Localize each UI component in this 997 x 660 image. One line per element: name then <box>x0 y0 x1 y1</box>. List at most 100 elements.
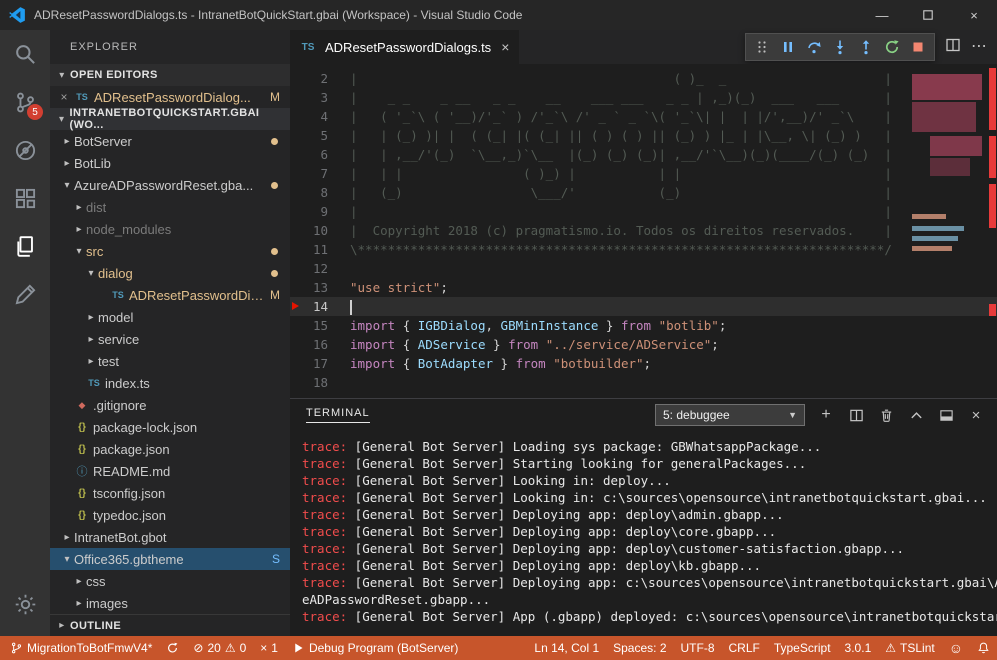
code-text: | | ,__/'(_) `\__,_)`\__ |(_) (_) (_)| ,… <box>350 145 892 164</box>
tab-terminal[interactable]: TERMINAL <box>306 407 370 423</box>
pause-button[interactable] <box>776 35 800 59</box>
new-terminal-icon[interactable]: + <box>817 406 835 424</box>
open-editors-header[interactable]: ▾ OPEN EDITORS <box>50 64 290 86</box>
eol-item[interactable]: CRLF <box>722 636 767 660</box>
terminal-output[interactable]: trace: [General Bot Server] Loading sys … <box>290 431 997 636</box>
source-control-icon[interactable]: 5 <box>0 78 50 126</box>
tree-item-index-ts[interactable]: TSindex.ts <box>50 372 290 394</box>
tree-item-css[interactable]: ▸css <box>50 570 290 592</box>
warning-icon: ⚠ <box>225 641 236 655</box>
line-number: 3 <box>290 88 350 107</box>
terminal-picker[interactable]: 5: debuggee ▼ <box>655 404 805 426</box>
split-editor-icon[interactable] <box>945 37 961 58</box>
code-line-18[interactable]: 18 <box>290 373 997 392</box>
feedback-smiley-item[interactable]: ☺ <box>942 636 970 660</box>
settings-gear-icon[interactable] <box>0 580 50 628</box>
chevron-down-icon: ▾ <box>72 246 86 257</box>
code-line-9[interactable]: 9| | <box>290 202 997 221</box>
tree-item-package-json[interactable]: {}package.json <box>50 438 290 460</box>
close-button[interactable]: × <box>951 0 997 30</box>
code-line-8[interactable]: 8| (_) \___/' (_) | <box>290 183 997 202</box>
explorer-icon[interactable] <box>0 222 50 270</box>
ts-version-item[interactable]: 3.0.1 <box>838 636 879 660</box>
git-branch-item[interactable]: MigrationToBotFmwV4* <box>0 636 159 660</box>
code-line-10[interactable]: 10| Copyright 2018 (c) pragmatismo.io. T… <box>290 221 997 240</box>
tree-item-node-modules[interactable]: ▸node_modules <box>50 218 290 240</box>
code-line-3[interactable]: 3| _ _ _ __ _ _ __ ___ ___ _ _ | ,_)(_) … <box>290 88 997 107</box>
debug-icon[interactable] <box>0 126 50 174</box>
code-line-14[interactable]: 14 <box>290 297 997 316</box>
tree-item-package-lock-json[interactable]: {}package-lock.json <box>50 416 290 438</box>
code-line-7[interactable]: 7| | | ( )_) | | | | <box>290 164 997 183</box>
code-text: | _ _ _ __ _ _ __ ___ ___ _ _ | ,_)(_) _… <box>350 88 892 107</box>
debug-config-item[interactable]: Debug Program (BotServer) <box>285 636 465 660</box>
code-line-11[interactable]: 11\*************************************… <box>290 240 997 259</box>
code-line-15[interactable]: 15import { IGBDialog, GBMinInstance } fr… <box>290 316 997 335</box>
tree-item-images[interactable]: ▸images <box>50 592 290 614</box>
x-count-item[interactable]: × 1 <box>253 636 285 660</box>
code-line-13[interactable]: 13"use strict"; <box>290 278 997 297</box>
tree-item-dialog[interactable]: ▾dialog <box>50 262 290 284</box>
editor-tab-bar: TS ADResetPasswordDialogs.ts × <box>290 30 997 64</box>
code-editor[interactable]: 2| ( )_ _ |3| _ _ _ __ _ _ __ ___ ___ _ … <box>290 64 997 398</box>
tree-item-service[interactable]: ▸service <box>50 328 290 350</box>
tree-item-src[interactable]: ▾src <box>50 240 290 262</box>
tslint-item[interactable]: ⚠ TSLint <box>878 636 941 660</box>
close-icon[interactable]: × <box>56 90 72 104</box>
problems-item[interactable]: ⊘ 20 ⚠ 0 <box>186 636 253 660</box>
code-line-5[interactable]: 5| | (_) )| | ( (_| |( (_| || ( ) ( ) ||… <box>290 126 997 145</box>
stop-button[interactable] <box>906 35 930 59</box>
tree-item-label: model <box>98 310 133 325</box>
tree-item-typedoc-json[interactable]: {}typedoc.json <box>50 504 290 526</box>
tree-item-test[interactable]: ▸test <box>50 350 290 372</box>
minimap-mark <box>912 246 952 251</box>
tree-item-readme-md[interactable]: ⓘREADME.md <box>50 460 290 482</box>
edit-icon[interactable] <box>0 270 50 318</box>
workspace-header[interactable]: ▾ INTRANETBOTQUICKSTART.GBAI (WO... <box>50 108 290 130</box>
outline-header[interactable]: ▸ OUTLINE <box>50 614 290 636</box>
code-line-17[interactable]: 17import { BotAdapter } from "botbuilder… <box>290 354 997 373</box>
tree-item-tsconfig-json[interactable]: {}tsconfig.json <box>50 482 290 504</box>
line-number: 4 <box>290 107 350 126</box>
step-into-button[interactable] <box>828 35 852 59</box>
tree-item-gitignore[interactable]: ◆.gitignore <box>50 394 290 416</box>
more-actions-icon[interactable]: ⋯ <box>971 42 987 52</box>
maximize-button[interactable] <box>905 0 951 30</box>
tree-item-dist[interactable]: ▸dist <box>50 196 290 218</box>
tree-item-azureadpasswordreset-gba[interactable]: ▾AzureADPasswordReset.gba... <box>50 174 290 196</box>
extensions-icon[interactable] <box>0 174 50 222</box>
search-icon[interactable] <box>0 30 50 78</box>
code-line-4[interactable]: 4| ( '_`\ ( '__)/'_` ) /'_`\ /' _ ` _ `\… <box>290 107 997 126</box>
tab-adresetpassworddialogs[interactable]: TS ADResetPasswordDialogs.ts × <box>290 30 520 64</box>
tree-item-botlib[interactable]: ▸BotLib <box>50 152 290 174</box>
code-line-16[interactable]: 16import { ADService } from "../service/… <box>290 335 997 354</box>
kill-terminal-icon[interactable] <box>877 406 895 424</box>
drag-handle-icon[interactable] <box>750 35 774 59</box>
tree-item-adresetpassworddial[interactable]: TSADResetPasswordDial...M <box>50 284 290 306</box>
indentation-item[interactable]: Spaces: 2 <box>606 636 673 660</box>
code-line-12[interactable]: 12 <box>290 259 997 278</box>
toggle-panel-icon[interactable] <box>937 406 955 424</box>
minimize-button[interactable]: — <box>859 0 905 30</box>
encoding-item[interactable]: UTF-8 <box>674 636 722 660</box>
code-line-6[interactable]: 6| | ,__/'(_) `\__,_)`\__ |(_) (_) (_)| … <box>290 145 997 164</box>
step-over-button[interactable] <box>802 35 826 59</box>
maximize-panel-icon[interactable] <box>907 406 925 424</box>
split-terminal-icon[interactable] <box>847 406 865 424</box>
tab-close-icon[interactable]: × <box>501 39 509 55</box>
sync-item[interactable] <box>159 636 186 660</box>
open-editor-item[interactable]: × TS ADResetPasswordDialog... M <box>50 86 290 108</box>
terminal-line: trace: [General Bot Server] Loading sys … <box>302 438 997 455</box>
language-item[interactable]: TypeScript <box>767 636 838 660</box>
tree-item-model[interactable]: ▸model <box>50 306 290 328</box>
code-line-2[interactable]: 2| ( )_ _ | <box>290 69 997 88</box>
step-out-button[interactable] <box>854 35 878 59</box>
cursor-position-item[interactable]: Ln 14, Col 1 <box>527 636 606 660</box>
restart-button[interactable] <box>880 35 904 59</box>
close-panel-icon[interactable]: × <box>967 406 985 424</box>
notifications-bell-item[interactable] <box>970 636 997 660</box>
tree-item-intranetbot-gbot[interactable]: ▸IntranetBot.gbot <box>50 526 290 548</box>
minimap[interactable] <box>910 64 988 398</box>
tree-item-office365-gbtheme[interactable]: ▾Office365.gbthemeS <box>50 548 290 570</box>
tree-item-botserver[interactable]: ▸BotServer <box>50 130 290 152</box>
